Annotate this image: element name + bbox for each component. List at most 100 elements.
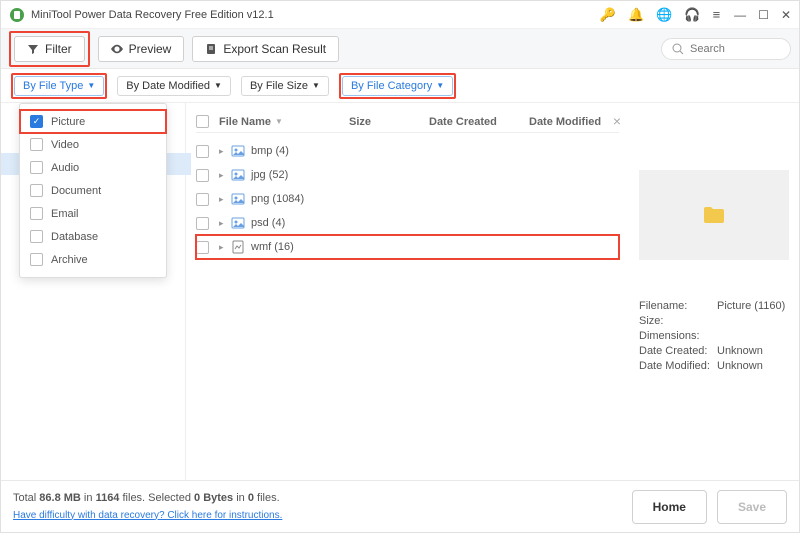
- sort-icon: ▼: [275, 117, 283, 126]
- expand-icon[interactable]: ▸: [219, 218, 229, 229]
- row-name: bmp (4): [251, 145, 289, 157]
- export-icon: [205, 43, 217, 55]
- body: ✓ Picture Video Audio Document Email Database A…: [1, 103, 799, 480]
- col-date-modified[interactable]: Date Modified: [529, 116, 619, 128]
- file-type-dropdown: ✓ Picture Video Audio Document Email Database A…: [19, 103, 167, 278]
- option-label: Picture: [51, 116, 85, 128]
- option-label: Archive: [51, 254, 88, 266]
- meta-value: Unknown: [717, 360, 763, 372]
- export-button[interactable]: Export Scan Result: [192, 36, 339, 62]
- meta-key: Date Modified:: [639, 360, 717, 372]
- chip-label: By Date Modified: [126, 80, 210, 92]
- maximize-icon[interactable]: ☐: [758, 8, 769, 22]
- checkbox[interactable]: [30, 253, 43, 266]
- table-row[interactable]: ▸ jpg (52): [196, 163, 619, 187]
- file-type-option[interactable]: Archive: [20, 248, 166, 271]
- filter-button[interactable]: Filter: [14, 36, 85, 62]
- file-type-option[interactable]: Audio: [20, 156, 166, 179]
- file-type-option[interactable]: Video: [20, 133, 166, 156]
- meta-key: Date Created:: [639, 345, 717, 357]
- chevron-down-icon: ▼: [87, 81, 95, 90]
- option-label: Email: [51, 208, 79, 220]
- image-file-icon: [231, 144, 245, 158]
- bell-icon[interactable]: 🔔: [628, 7, 644, 23]
- image-file-icon: [231, 192, 245, 206]
- file-list: × File Name ▼ Size Date Created Date Mod…: [186, 103, 629, 480]
- window-controls: — ☐ ✕: [734, 8, 791, 22]
- by-file-type-chip[interactable]: By File Type ▼: [14, 76, 104, 96]
- key-icon[interactable]: 🔑: [600, 7, 616, 23]
- table-row[interactable]: ▸ wmf (16): [196, 235, 619, 259]
- file-type-option[interactable]: Email: [20, 202, 166, 225]
- search-input[interactable]: [690, 43, 780, 55]
- row-checkbox[interactable]: [196, 241, 209, 254]
- row-checkbox[interactable]: [196, 145, 209, 158]
- row-checkbox[interactable]: [196, 217, 209, 230]
- checkbox[interactable]: [30, 230, 43, 243]
- home-button[interactable]: Home: [632, 490, 707, 524]
- preview-thumbnail: [639, 170, 789, 260]
- preview-button[interactable]: Preview: [98, 36, 185, 62]
- export-label: Export Scan Result: [223, 42, 326, 56]
- checkbox[interactable]: [30, 161, 43, 174]
- chevron-down-icon: ▼: [214, 81, 222, 90]
- expand-icon[interactable]: ▸: [219, 146, 229, 157]
- table-row[interactable]: ▸psd (4): [196, 211, 619, 235]
- wmf-file-icon: [231, 240, 245, 254]
- checkbox[interactable]: [30, 207, 43, 220]
- row-checkbox[interactable]: [196, 169, 209, 182]
- col-filename[interactable]: File Name ▼: [219, 116, 349, 128]
- table-header: File Name ▼ Size Date Created Date Modif…: [196, 111, 619, 133]
- minimize-icon[interactable]: —: [734, 8, 746, 22]
- headset-icon[interactable]: 🎧: [684, 7, 700, 23]
- option-label: Audio: [51, 162, 79, 174]
- select-all-checkbox[interactable]: [196, 115, 209, 128]
- image-file-icon: [231, 168, 245, 182]
- checkbox[interactable]: [30, 138, 43, 151]
- globe-icon[interactable]: 🌐: [656, 7, 672, 23]
- chevron-down-icon: ▼: [312, 81, 320, 90]
- close-panel-icon[interactable]: ×: [613, 113, 621, 129]
- file-type-option[interactable]: ✓ Picture: [20, 110, 166, 133]
- col-date-created[interactable]: Date Created: [429, 116, 529, 128]
- row-name: jpg (52): [251, 169, 288, 181]
- table-row[interactable]: ▸ png (1084): [196, 187, 619, 211]
- search-box[interactable]: [661, 38, 791, 60]
- titlebar-actions: 🔑 🔔 🌐 🎧 ≡: [600, 7, 720, 23]
- detail-panel: Filename:Picture (1160) Size: Dimensions…: [629, 103, 799, 480]
- app-window: MiniTool Power Data Recovery Free Editio…: [0, 0, 800, 533]
- filter-button-highlight: Filter: [9, 31, 90, 67]
- chevron-down-icon: ▼: [436, 81, 444, 90]
- app-logo-icon: [9, 7, 25, 23]
- file-type-option[interactable]: Database: [20, 225, 166, 248]
- meta-key: Filename:: [639, 300, 717, 312]
- chip-label: By File Category: [351, 80, 432, 92]
- close-window-icon[interactable]: ✕: [781, 8, 791, 22]
- filter-chips: By File Type ▼ By Date Modified ▼ By Fil…: [1, 69, 799, 103]
- help-link[interactable]: Have difficulty with data recovery? Clic…: [13, 510, 282, 521]
- by-file-size-chip[interactable]: By File Size ▼: [241, 76, 329, 96]
- file-type-option[interactable]: Document: [20, 179, 166, 202]
- row-name: png (1084): [251, 193, 304, 205]
- image-file-icon: [231, 216, 245, 230]
- toolbar: Filter Preview Export Scan Result: [1, 29, 799, 69]
- col-size[interactable]: Size: [349, 116, 429, 128]
- expand-icon[interactable]: ▸: [219, 194, 229, 205]
- meta-key: Size:: [639, 315, 717, 327]
- expand-icon[interactable]: ▸: [219, 170, 229, 181]
- save-button[interactable]: Save: [717, 490, 787, 524]
- row-checkbox[interactable]: [196, 193, 209, 206]
- checkbox[interactable]: ✓: [30, 115, 43, 128]
- option-label: Database: [51, 231, 98, 243]
- expand-icon[interactable]: ▸: [219, 242, 229, 253]
- chip-label: By File Size: [250, 80, 308, 92]
- checkbox[interactable]: [30, 184, 43, 197]
- filter-icon: [27, 43, 39, 55]
- by-file-category-chip[interactable]: By File Category ▼: [342, 76, 453, 96]
- menu-icon[interactable]: ≡: [713, 7, 721, 22]
- row-name: wmf (16): [251, 241, 294, 253]
- by-date-modified-chip[interactable]: By Date Modified ▼: [117, 76, 231, 96]
- app-title: MiniTool Power Data Recovery Free Editio…: [31, 9, 600, 21]
- filter-label: Filter: [45, 42, 72, 56]
- table-row[interactable]: ▸ bmp (4): [196, 139, 619, 163]
